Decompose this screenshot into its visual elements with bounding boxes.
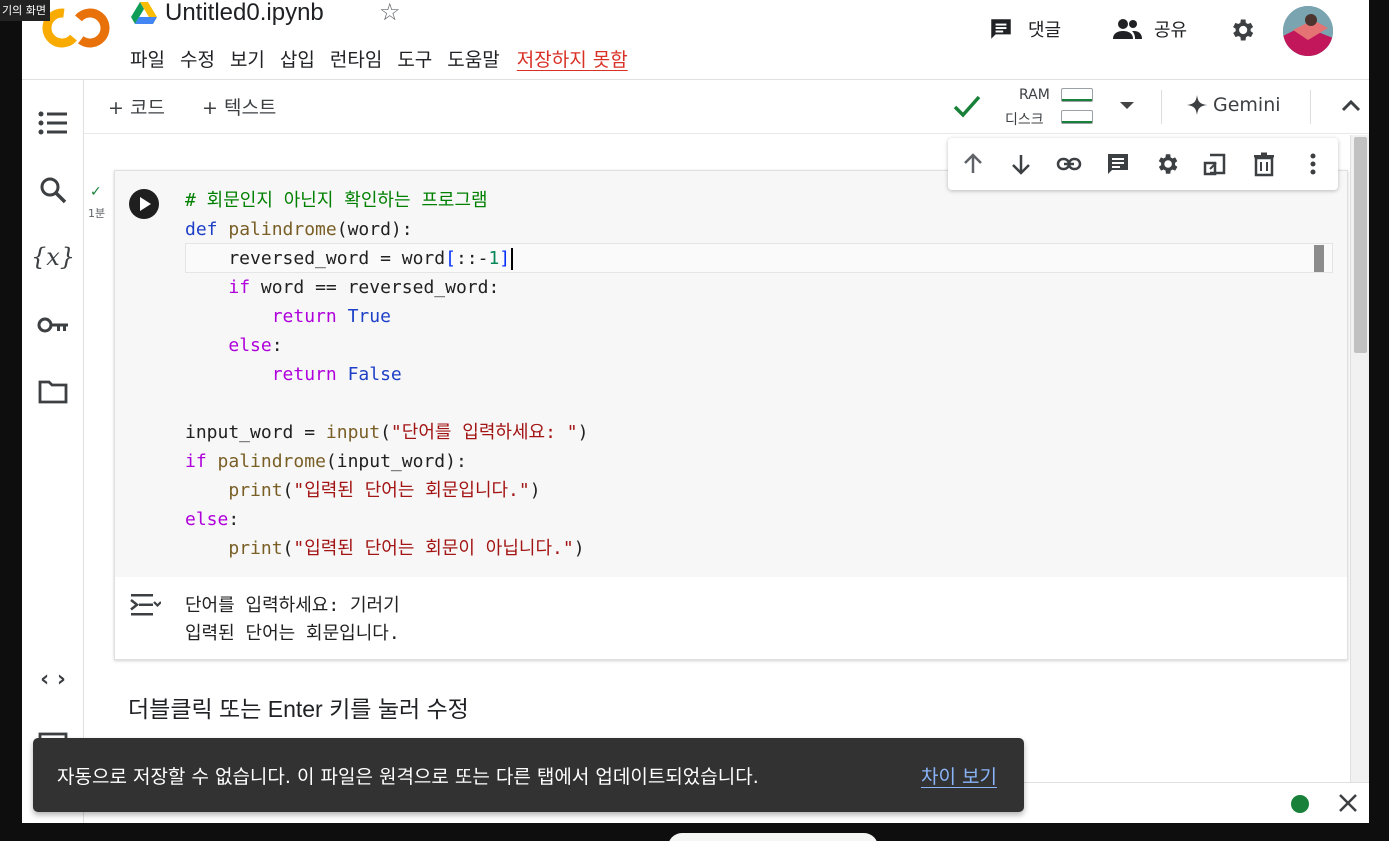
screen: 기의 화면 Untitled0.ipynb ☆ 파일 수정 보기 삽입 런타임 … xyxy=(0,0,1389,841)
screen-share-label: 기의 화면 xyxy=(0,0,50,21)
output-line: 입력된 단어는 회문입니다. xyxy=(185,623,400,644)
snackbar-message: 자동으로 저장할 수 없습니다. 이 파일은 원격으로 또는 다른 탭에서 업데… xyxy=(57,766,759,788)
execution-check-icon: ✓ xyxy=(90,184,102,200)
comment-button[interactable]: 댓글 xyxy=(988,16,1061,42)
scroll-thumb[interactable] xyxy=(1354,137,1367,353)
output-toggle-icon[interactable] xyxy=(129,591,161,619)
link-icon[interactable] xyxy=(1056,151,1082,177)
code-line[interactable]: reversed_word = word[::-1] xyxy=(185,245,514,273)
notebook-toolbar: + 코드 + 텍스트 RAM 디스크 Gemini xyxy=(84,80,1369,134)
runtime-status-dot xyxy=(1291,795,1309,813)
code-line[interactable]: return False xyxy=(185,361,402,389)
output-line: 단어를 입력하세요: 기러기 xyxy=(185,595,400,616)
code-line[interactable]: if word == reversed_word: xyxy=(185,274,499,302)
comment-icon xyxy=(991,19,1011,39)
toolbar-divider xyxy=(1310,90,1311,124)
people-icon xyxy=(1113,19,1142,39)
mirror-cell-icon[interactable] xyxy=(1202,151,1228,177)
run-cell-button[interactable] xyxy=(129,189,159,219)
code-line[interactable]: print("입력된 단어는 회문입니다.") xyxy=(185,477,540,505)
menu-insert[interactable]: 삽입 xyxy=(280,45,315,72)
drive-icon[interactable] xyxy=(131,2,157,24)
comment-icon[interactable] xyxy=(1105,151,1131,177)
search-icon[interactable] xyxy=(36,173,70,207)
menu-file[interactable]: 파일 xyxy=(130,45,165,72)
snackbar: 자동으로 저장할 수 없습니다. 이 파일은 원격으로 또는 다른 탭에서 업데… xyxy=(33,738,1024,812)
notebook-scrollbar[interactable] xyxy=(1350,135,1369,823)
disk-meter[interactable] xyxy=(1061,110,1093,124)
menu-bar: 파일 수정 보기 삽입 런타임 도구 도움말 저장하지 못함 xyxy=(130,45,643,72)
cell-gutter xyxy=(115,171,177,577)
notebook-title[interactable]: Untitled0.ipynb xyxy=(165,0,324,27)
menu-view[interactable]: 보기 xyxy=(230,45,265,72)
code-cell[interactable]: # 회문인지 아닌지 확인하는 프로그램 def palindrome(word)… xyxy=(114,170,1348,660)
menu-help[interactable]: 도움말 xyxy=(447,45,499,72)
add-text-button[interactable]: + 텍스트 xyxy=(202,93,276,120)
disk-label: 디스크 xyxy=(1005,112,1044,128)
share-label: 공유 xyxy=(1154,20,1188,41)
code-line[interactable]: # 회문인지 아닌지 확인하는 프로그램 xyxy=(185,187,488,215)
sparkle-icon xyxy=(1187,95,1207,115)
menu-tools[interactable]: 도구 xyxy=(397,45,432,72)
ram-meter[interactable] xyxy=(1061,88,1093,102)
bottom-pill xyxy=(668,833,878,841)
code-line[interactable]: if palindrome(input_word): xyxy=(185,448,467,476)
code-line[interactable]: else: xyxy=(185,332,282,360)
code-editor[interactable]: # 회문인지 아닌지 확인하는 프로그램 def palindrome(word)… xyxy=(177,171,1347,577)
variables-icon[interactable]: {x} xyxy=(31,240,75,274)
menu-runtime[interactable]: 런타임 xyxy=(330,45,382,72)
code-line[interactable]: def palindrome(word): xyxy=(185,216,413,244)
ram-label: RAM xyxy=(1019,87,1050,103)
header: Untitled0.ipynb ☆ 파일 수정 보기 삽입 런타임 도구 도움말… xyxy=(22,0,1369,80)
text-cursor xyxy=(511,248,514,270)
arrow-up-icon[interactable] xyxy=(960,151,986,177)
user-avatar[interactable] xyxy=(1283,6,1333,56)
colab-app: Untitled0.ipynb ☆ 파일 수정 보기 삽입 런타임 도구 도움말… xyxy=(22,0,1369,823)
gemini-label: Gemini xyxy=(1213,94,1281,116)
close-icon[interactable] xyxy=(1336,791,1360,815)
toc-icon[interactable] xyxy=(36,106,70,140)
more-vert-icon[interactable] xyxy=(1300,151,1326,177)
chevron-up-icon[interactable] xyxy=(1340,97,1362,113)
text-cell-placeholder[interactable]: 더블클릭 또는 Enter 키를 눌러 수정 xyxy=(128,690,469,724)
cell-output: 단어를 입력하세요: 기러기 입력된 단어는 회문입니다. xyxy=(115,577,1347,659)
colab-logo-icon[interactable] xyxy=(42,7,110,49)
execution-time: 1분 xyxy=(88,207,106,220)
code-line[interactable]: return True xyxy=(185,303,391,331)
arrow-down-icon[interactable] xyxy=(1008,151,1034,177)
cell-toolbar xyxy=(948,138,1338,190)
star-icon[interactable]: ☆ xyxy=(379,0,401,26)
code-line[interactable]: input_word = input("단어를 입력하세요: ") xyxy=(185,419,588,447)
menu-edit[interactable]: 수정 xyxy=(180,45,215,72)
code-snippets-icon[interactable]: ‹ › xyxy=(36,662,70,696)
connected-check-icon[interactable] xyxy=(952,92,982,120)
share-button[interactable]: 공유 xyxy=(1112,16,1187,42)
toolbar-divider xyxy=(1161,90,1162,124)
gear-icon[interactable] xyxy=(1154,151,1180,177)
settings-gear-icon[interactable] xyxy=(1228,16,1256,44)
add-code-button[interactable]: + 코드 xyxy=(108,93,165,120)
delete-icon[interactable] xyxy=(1251,151,1277,177)
unsaved-status-link[interactable]: 저장하지 못함 xyxy=(517,45,628,72)
gemini-button[interactable]: Gemini xyxy=(1187,94,1281,116)
resources-dropdown-icon[interactable] xyxy=(1120,102,1134,109)
left-sidebar: {x} ‹ › xyxy=(22,80,84,823)
comment-label: 댓글 xyxy=(1028,20,1062,41)
folder-icon[interactable] xyxy=(36,375,70,409)
secrets-key-icon[interactable] xyxy=(36,308,70,342)
view-diff-link[interactable]: 차이 보기 xyxy=(921,762,997,789)
code-line[interactable]: else: xyxy=(185,506,239,534)
editor-scrollbar[interactable] xyxy=(1314,245,1324,272)
code-line[interactable]: print("입력된 단어는 회문이 아닙니다.") xyxy=(185,535,584,563)
